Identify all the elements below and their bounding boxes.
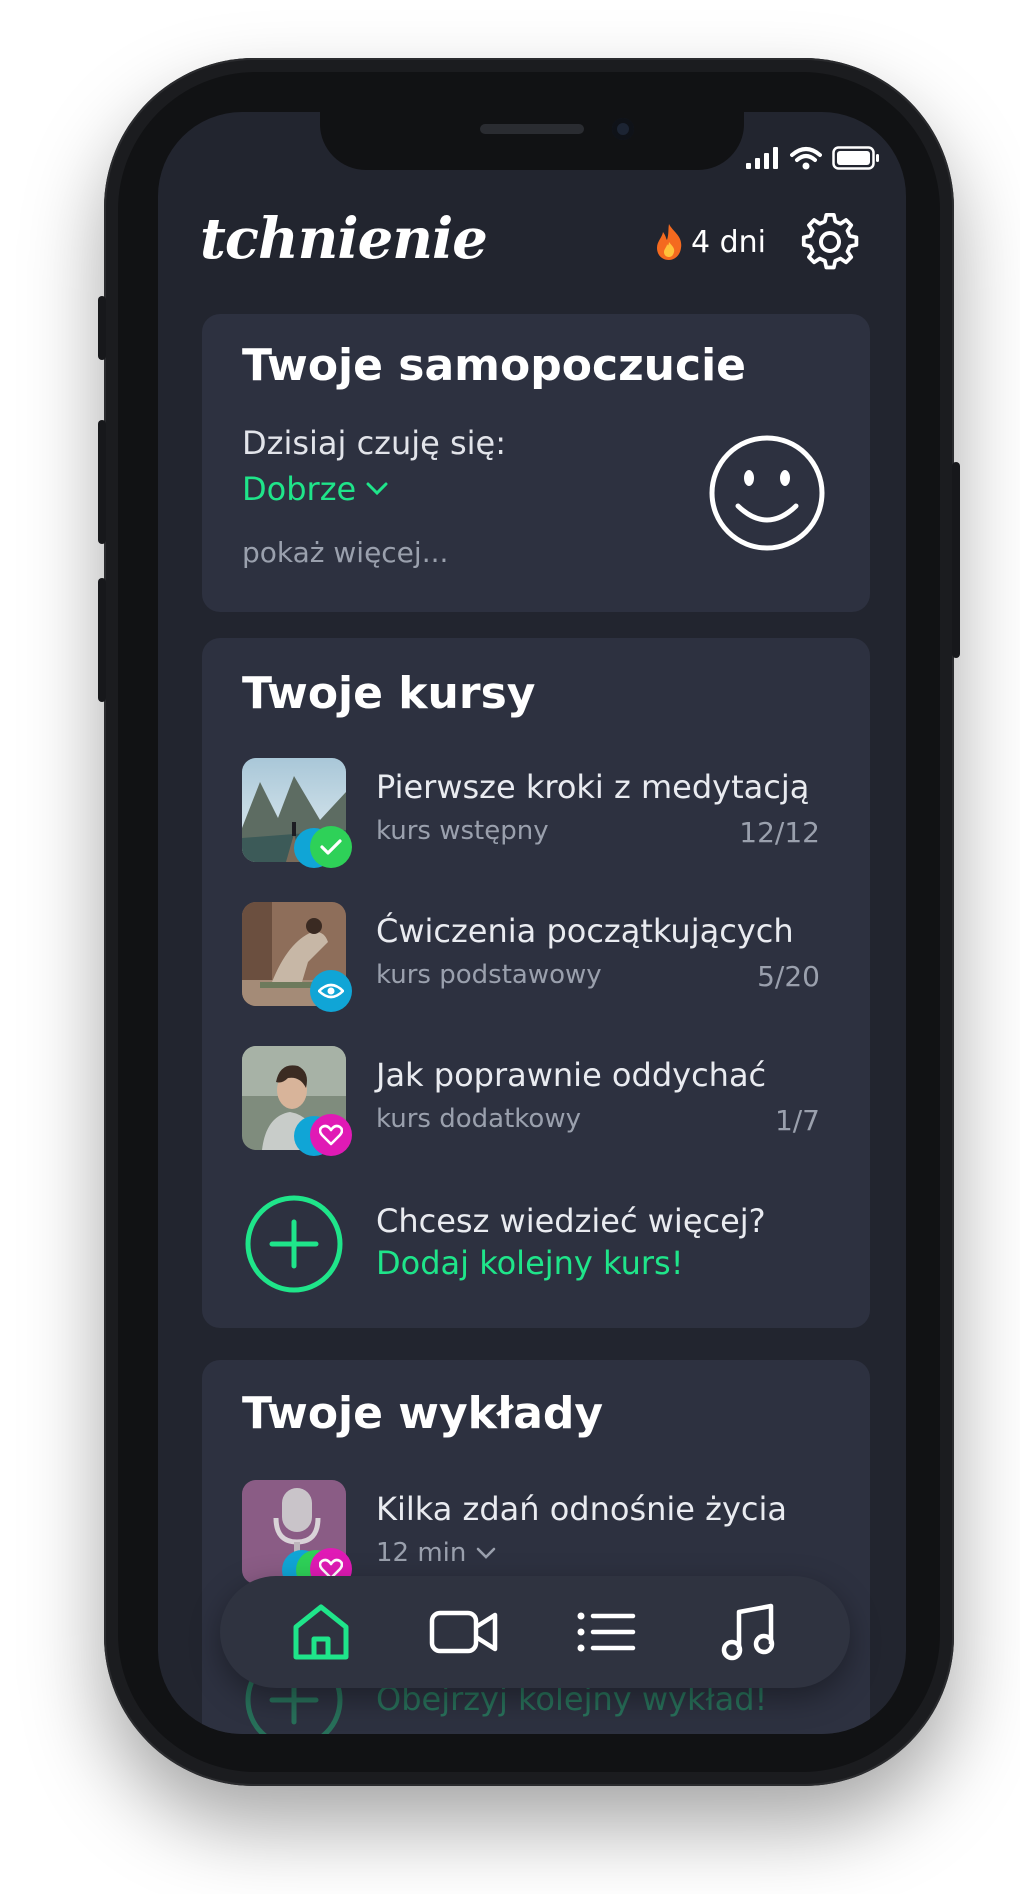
gear-icon[interactable]	[800, 212, 860, 272]
app-screen: tchnienie 4 dni Twoje samopoczucie Dzisi…	[158, 112, 906, 1734]
wellbeing-title: Twoje samopoczucie	[242, 340, 747, 391]
course-item[interactable]: Pierwsze kroki z medytacją kurs wstępny …	[242, 758, 820, 868]
nav-list[interactable]	[566, 1592, 646, 1672]
eye-icon	[310, 970, 352, 1012]
phone-side-button	[98, 296, 106, 360]
course-item[interactable]: Ćwiczenia początkujących kurs podstawowy…	[242, 902, 820, 1012]
music-note-icon	[721, 1603, 774, 1661]
speaker	[480, 124, 584, 134]
course-subtitle: kurs wstępny	[376, 816, 549, 846]
phone-side-button	[98, 420, 106, 544]
video-camera-icon	[429, 1610, 497, 1654]
course-subtitle: kurs podstawowy	[376, 960, 602, 990]
mood-selector[interactable]: Dobrze	[242, 470, 388, 508]
show-more-link[interactable]: pokaż więcej...	[242, 536, 448, 569]
phone-side-button	[952, 462, 960, 658]
mood-value: Dobrze	[242, 470, 357, 508]
streak-counter[interactable]: 4 dni	[653, 222, 766, 262]
phone-side-button	[98, 578, 106, 702]
battery-icon	[832, 146, 879, 170]
check-icon	[310, 826, 352, 868]
plus-circle-icon	[245, 1195, 343, 1293]
add-course-button[interactable]: Chcesz wiedzieć więcej? Dodaj kolejny ku…	[242, 1194, 820, 1304]
courses-card: Twoje kursy Pierwsze kroki z medytacją k…	[202, 638, 870, 1328]
smiley-icon[interactable]	[708, 434, 826, 552]
fire-icon	[656, 224, 682, 260]
nav-home[interactable]	[281, 1592, 361, 1672]
nav-video[interactable]	[424, 1592, 504, 1672]
course-title: Ćwiczenia początkujących	[376, 912, 794, 950]
home-icon	[293, 1604, 349, 1660]
duration-label: 12 min	[376, 1538, 467, 1568]
app-logo: tchnienie	[200, 206, 488, 272]
lecture-title: Kilka zdań odnośnie życia	[376, 1490, 787, 1528]
chevron-down-icon	[366, 482, 388, 496]
chevron-down-icon	[477, 1547, 496, 1559]
lecture-item[interactable]: Kilka zdań odnośnie życia 12 min	[242, 1480, 820, 1590]
mood-prompt: Dzisiaj czuję się:	[242, 424, 507, 462]
wellbeing-card: Twoje samopoczucie Dzisiaj czuję się: Do…	[202, 314, 870, 612]
course-progress: 12/12	[739, 816, 820, 849]
status-bar	[746, 146, 880, 170]
streak-label: 4 dni	[690, 224, 766, 260]
add-course-cta: Dodaj kolejny kurs!	[376, 1244, 684, 1282]
lectures-title: Twoje wykłady	[242, 1388, 604, 1439]
course-item[interactable]: Jak poprawnie oddychać kurs dodatkowy 1/…	[242, 1046, 820, 1156]
course-title: Pierwsze kroki z medytacją	[376, 768, 810, 806]
list-icon	[577, 1612, 636, 1652]
notch	[320, 112, 744, 170]
courses-title: Twoje kursy	[242, 668, 536, 719]
add-course-prompt: Chcesz wiedzieć więcej?	[376, 1202, 766, 1240]
heart-icon	[310, 1114, 352, 1156]
wifi-icon	[790, 147, 822, 170]
course-progress: 5/20	[757, 960, 820, 993]
course-progress: 1/7	[774, 1104, 820, 1137]
course-subtitle: kurs dodatkowy	[376, 1104, 581, 1134]
lecture-duration[interactable]: 12 min	[376, 1538, 496, 1568]
camera	[612, 118, 634, 140]
nav-music[interactable]	[709, 1592, 789, 1672]
course-title: Jak poprawnie oddychać	[376, 1056, 767, 1094]
bottom-navigation	[220, 1576, 850, 1688]
app-header: tchnienie 4 dni	[200, 200, 866, 280]
signal-icon	[746, 147, 778, 169]
